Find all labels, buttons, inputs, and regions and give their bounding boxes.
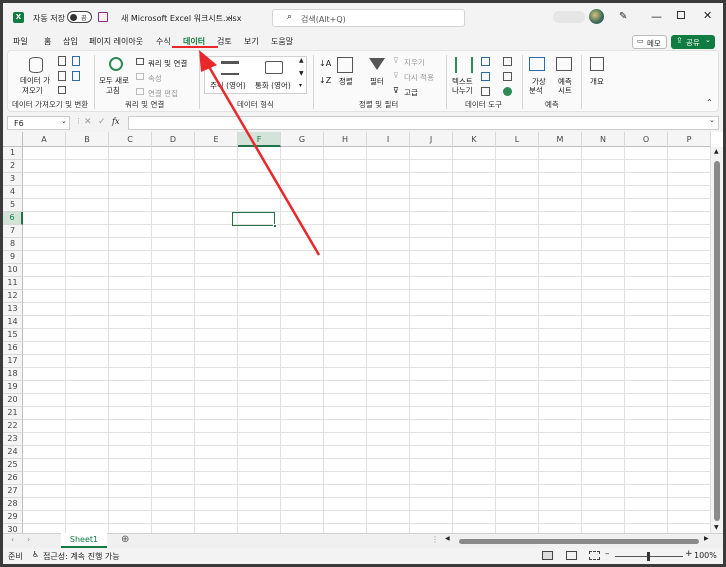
more-options-icon[interactable]: ⋮: [431, 535, 439, 544]
status-ready: 준비: [8, 552, 23, 561]
zoom-in-icon[interactable]: +: [685, 549, 693, 559]
scroll-left-icon[interactable]: ◀: [445, 535, 450, 542]
sheet-tab-label: Sheet1: [69, 535, 99, 544]
sheet-tab-sheet1[interactable]: Sheet1: [61, 533, 107, 548]
scroll-right-icon[interactable]: ▶: [704, 535, 709, 542]
zoom-slider-thumb[interactable]: [647, 552, 650, 561]
page-break-view-icon[interactable]: [589, 551, 600, 560]
accessibility-icon: ♿: [32, 550, 40, 559]
zoom-slider[interactable]: [615, 552, 683, 561]
page-layout-view-icon[interactable]: [566, 551, 577, 560]
horizontal-scrollbar[interactable]: ◀ ▶: [443, 535, 713, 545]
next-sheet-icon[interactable]: ›: [27, 535, 30, 544]
excel-window: X 자동 저장 끔 새 Microsoft Excel 워크시트.xlsx ⌄ …: [3, 3, 723, 564]
annotation-arrow: [199, 50, 321, 256]
zoom-level[interactable]: 100%: [694, 551, 717, 560]
status-bar: 준비 ♿ 접근성: 계속 진행 가능 – + 100%: [3, 548, 723, 564]
normal-view-icon[interactable]: [542, 551, 553, 560]
horizontal-scroll-thumb[interactable]: [459, 539, 699, 544]
zoom-out-icon[interactable]: –: [605, 549, 610, 559]
add-sheet-icon[interactable]: ⊕: [121, 534, 129, 545]
accessibility-status[interactable]: 접근성: 계속 진행 가능: [43, 551, 120, 562]
sheet-tab-bar: ‹ › Sheet1 ⊕ ⋮ ◀ ▶: [3, 533, 723, 548]
prev-sheet-icon[interactable]: ‹: [11, 535, 14, 544]
